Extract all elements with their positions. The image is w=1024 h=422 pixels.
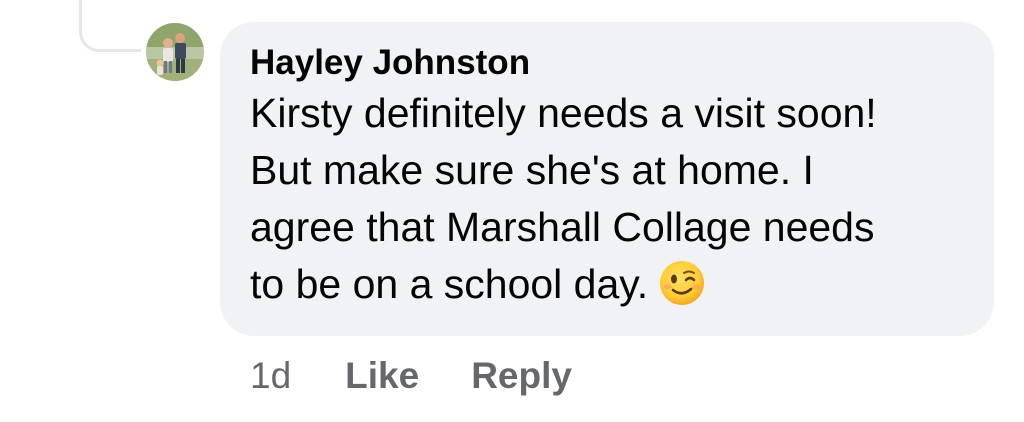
comment-bubble: Hayley Johnston Kirsty definitely needs … bbox=[220, 22, 994, 336]
comment-author-name[interactable]: Hayley Johnston bbox=[250, 42, 964, 84]
comment-body: Kirsty definitely needs a visit soon! Bu… bbox=[250, 85, 964, 313]
comment-actions: 1d Like Reply bbox=[250, 352, 624, 400]
comment-thread: Hayley Johnston Kirsty definitely needs … bbox=[0, 0, 1024, 422]
like-button[interactable]: Like bbox=[345, 355, 419, 397]
reply-button[interactable]: Reply bbox=[471, 355, 572, 397]
avatar[interactable] bbox=[146, 23, 204, 81]
comment-line: Kirsty definitely needs a visit soon! bbox=[250, 90, 877, 136]
winking-face-emoji-icon bbox=[658, 259, 706, 307]
comment-line: agree that Marshall Collage needs bbox=[250, 204, 875, 250]
comment-line: to be on a school day. bbox=[250, 261, 649, 307]
avatar-photo bbox=[146, 23, 204, 81]
reply-thread-connector bbox=[79, 0, 141, 52]
comment-timestamp[interactable]: 1d bbox=[250, 355, 291, 397]
comment-line: But make sure she's at home. I bbox=[250, 147, 814, 193]
